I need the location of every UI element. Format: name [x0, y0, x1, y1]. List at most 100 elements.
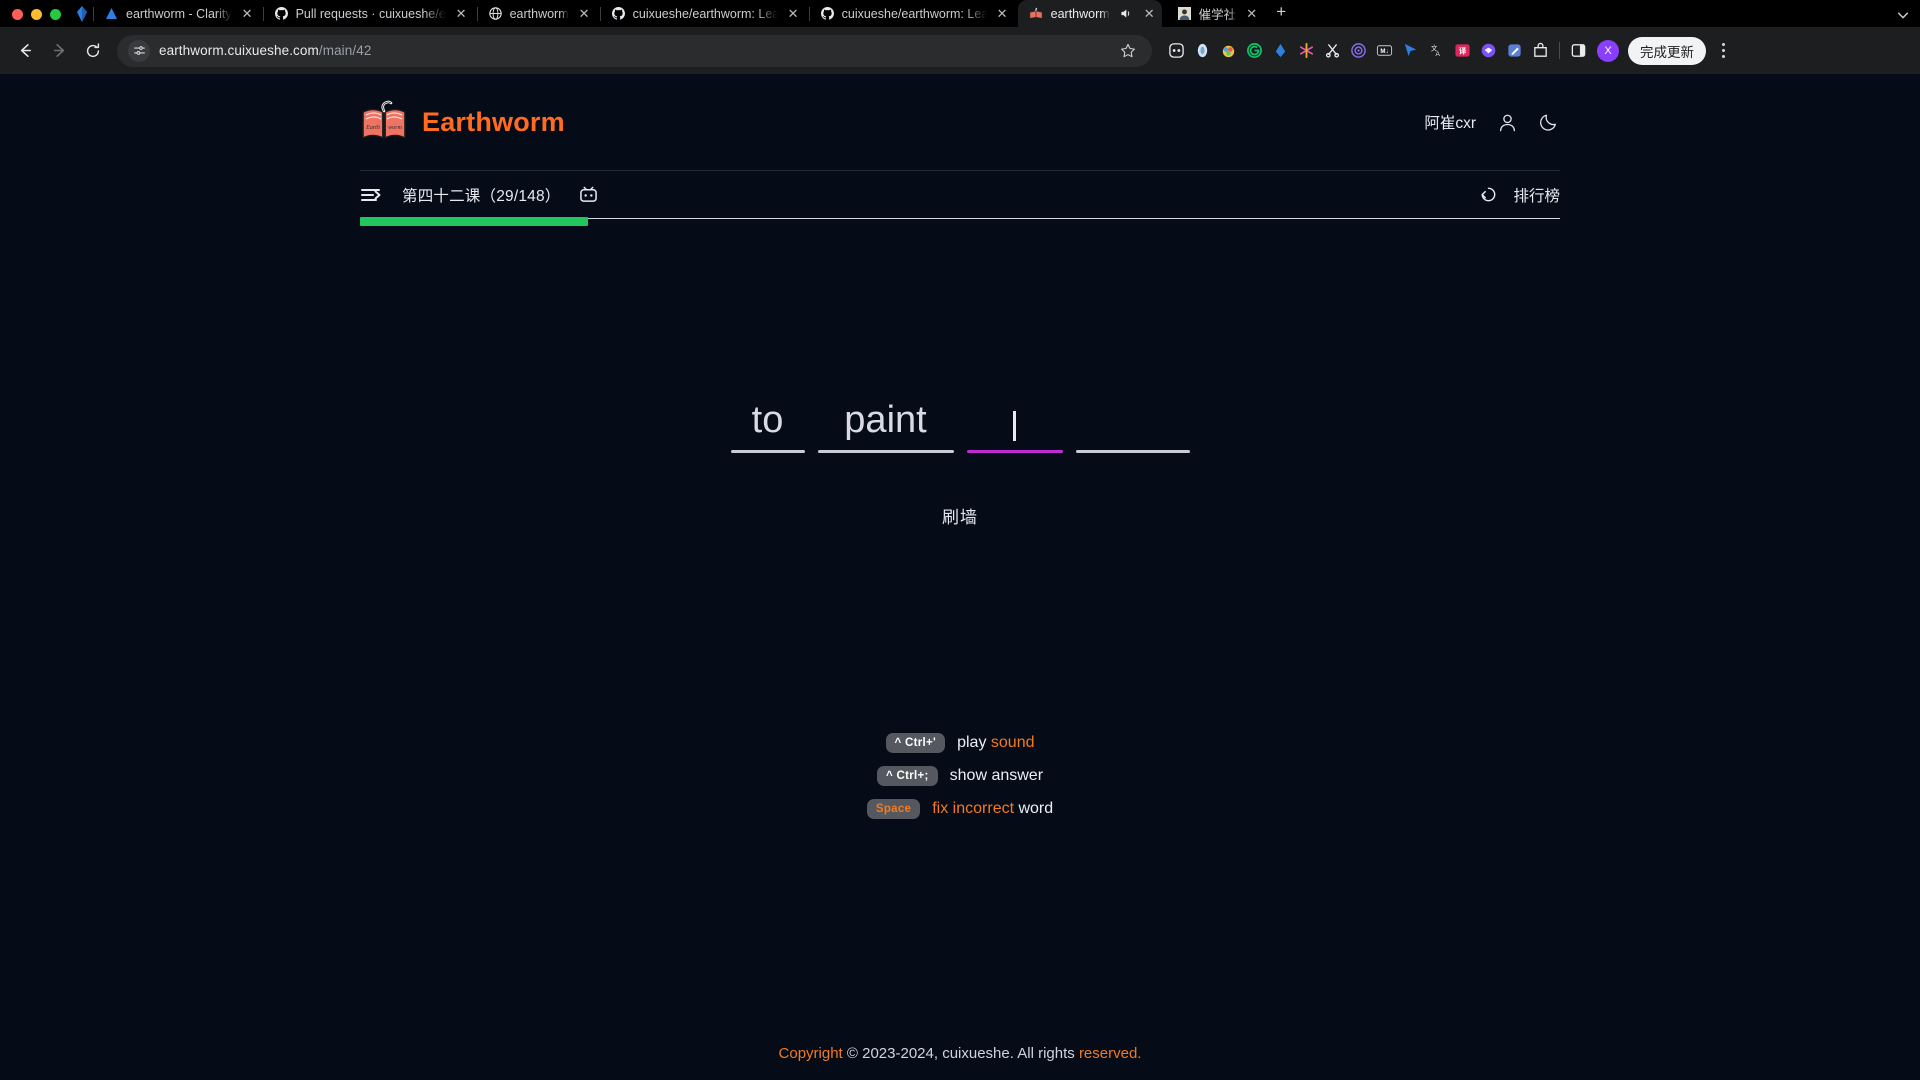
- translation-text: 刷墙: [942, 508, 978, 527]
- close-tab-button[interactable]: ✕: [1141, 5, 1158, 22]
- word-slot[interactable]: [1075, 393, 1190, 453]
- kebab-menu-icon[interactable]: [1711, 43, 1735, 58]
- side-panel-icon[interactable]: [1566, 38, 1591, 63]
- word-slot[interactable]: to: [730, 393, 805, 453]
- window-controls[interactable]: [0, 9, 71, 27]
- header-actions: 阿崔cxr: [1424, 111, 1560, 133]
- close-tab-button[interactable]: ✕: [239, 5, 256, 22]
- svg-text:M↓: M↓: [1380, 48, 1388, 55]
- progress-bar-fill: [360, 217, 588, 226]
- github-icon: [611, 6, 626, 21]
- course-list-icon[interactable]: [360, 184, 384, 206]
- lesson-actions: 排行榜: [1477, 184, 1560, 206]
- pinned-tab-icon[interactable]: [71, 6, 93, 27]
- reload-icon[interactable]: [77, 35, 109, 67]
- back-arrow-icon[interactable]: [9, 35, 41, 67]
- practice-area: to paint 刷墙: [0, 393, 1920, 528]
- browser-tab[interactable]: 催学社 ✕: [1166, 0, 1268, 27]
- browser-tab[interactable]: Pull requests · cuixueshe/ear ✕: [262, 0, 477, 27]
- word-slot-underline: [730, 450, 805, 453]
- tab-title: earthworm - Clarity: [126, 6, 232, 21]
- shortcut-label-suffix: word: [1014, 800, 1054, 817]
- user-icon[interactable]: [1496, 111, 1518, 133]
- shortcut-row: ^ Ctrl+; show answer: [876, 766, 1043, 786]
- shortcut-hints: ^ Ctrl+' play sound ^ Ctrl+; show answer Spa…: [0, 733, 1920, 819]
- moon-icon[interactable]: [1538, 111, 1560, 133]
- note-icon[interactable]: [1502, 38, 1527, 63]
- cursor-icon[interactable]: [1398, 38, 1423, 63]
- shortcut-key[interactable]: Space: [866, 799, 921, 819]
- browser-window: earthworm - Clarity ✕ Pull requests · cu…: [0, 0, 1920, 1080]
- clarity-icon: [104, 6, 119, 21]
- shortcut-key[interactable]: ^ Ctrl+;: [876, 766, 938, 786]
- shortcut-label: fix incorrect word: [932, 800, 1053, 818]
- shortcut-row: Space fix incorrect word: [866, 799, 1053, 819]
- minimize-window-button[interactable]: [31, 9, 42, 20]
- site-title: Earthworm: [422, 106, 565, 137]
- browser-tab[interactable]: earthworm - Clarity ✕: [93, 0, 263, 27]
- markdownload-icon[interactable]: M↓: [1372, 38, 1397, 63]
- word-slot[interactable]: [966, 393, 1063, 453]
- word-slot-text: to: [751, 399, 784, 442]
- close-tab-button[interactable]: ✕: [994, 5, 1011, 22]
- browser-toolbar: earthworm.cuixueshe.com/main/42 M↓ 文A 译 …: [0, 27, 1920, 74]
- snowflake-icon[interactable]: [1294, 38, 1319, 63]
- word-slot-underline: [1075, 450, 1190, 453]
- bitwarden-icon[interactable]: [1164, 38, 1189, 63]
- droplet-icon[interactable]: [1268, 38, 1293, 63]
- lesson-bar: 第四十二课（29/148） 排行榜: [360, 171, 1560, 218]
- svg-text:A: A: [1436, 51, 1441, 58]
- reset-icon[interactable]: [1477, 184, 1499, 206]
- svg-text:worm: worm: [388, 125, 402, 131]
- tune-icon[interactable]: [128, 39, 150, 62]
- tab-strip: earthworm - Clarity ✕ Pull requests · cu…: [0, 0, 1920, 27]
- tab-title: Pull requests · cuixueshe/ear: [295, 6, 446, 21]
- site-logo[interactable]: Earth worm Earthworm: [360, 100, 565, 144]
- update-button[interactable]: 完成更新: [1628, 36, 1706, 65]
- browser-tab[interactable]: earthworm ✕: [476, 0, 600, 27]
- leaderboard-button[interactable]: 排行榜: [1513, 184, 1560, 206]
- shortcut-label-prefix: show answer: [949, 767, 1044, 784]
- new-tab-button[interactable]: +: [1267, 0, 1295, 27]
- word-slot[interactable]: paint: [817, 393, 954, 453]
- tab-search-button[interactable]: [1896, 8, 1920, 27]
- scissors-icon[interactable]: [1320, 38, 1345, 63]
- shortcut-label-highlight: fix incorrect: [932, 800, 1015, 817]
- globe-icon: [488, 6, 503, 21]
- close-tab-button[interactable]: ✕: [453, 5, 470, 22]
- browser-tab[interactable]: cuixueshe/earthworm: Learni ✕: [599, 0, 809, 27]
- word-input-row[interactable]: to paint: [730, 393, 1190, 453]
- browser-tab-active[interactable]: earthworm ✕: [1017, 0, 1162, 27]
- shortcut-key[interactable]: ^ Ctrl+': [885, 733, 946, 753]
- star-icon[interactable]: [1115, 43, 1141, 59]
- site-header: Earth worm Earthworm 阿崔cxr: [360, 74, 1560, 144]
- username-label[interactable]: 阿崔cxr: [1424, 111, 1476, 133]
- bilibili-tv-icon[interactable]: [579, 185, 599, 205]
- color-icon[interactable]: [1216, 38, 1241, 63]
- oval-icon[interactable]: [1190, 38, 1215, 63]
- address-bar[interactable]: earthworm.cuixueshe.com/main/42: [117, 34, 1152, 67]
- shortcut-label: show answer: [950, 767, 1043, 785]
- close-tab-button[interactable]: ✕: [1243, 5, 1260, 22]
- lesson-title: 第四十二课（29/148）: [402, 187, 561, 205]
- close-window-button[interactable]: [12, 9, 23, 20]
- grammarly-icon[interactable]: [1242, 38, 1267, 63]
- immersive-translate-icon[interactable]: 文A: [1424, 38, 1449, 63]
- translate-icon[interactable]: 译: [1450, 38, 1475, 63]
- maximize-window-button[interactable]: [50, 9, 61, 20]
- profile-avatar[interactable]: X: [1597, 39, 1619, 62]
- spiral-icon[interactable]: [1346, 38, 1371, 63]
- close-tab-button[interactable]: ✕: [576, 5, 593, 22]
- open-book-worm-icon: Earth worm: [360, 100, 408, 144]
- tab-title: earthworm: [1050, 6, 1110, 21]
- tab-mute-icon[interactable]: [1117, 7, 1134, 20]
- browser-tab[interactable]: cuixueshe/earthworm: Learni ✕: [808, 0, 1018, 27]
- lesson-info: 第四十二课（29/148）: [360, 184, 599, 206]
- close-tab-button[interactable]: ✕: [785, 5, 802, 22]
- purple-shield-icon[interactable]: [1476, 38, 1501, 63]
- svg-text:译: 译: [1459, 45, 1467, 55]
- page-content: Earth worm Earthworm 阿崔cxr 第四十二课（29/148）…: [0, 74, 1920, 1080]
- forward-arrow-icon[interactable]: [43, 35, 75, 67]
- bag-icon[interactable]: [1528, 38, 1553, 63]
- github-icon: [820, 6, 835, 21]
